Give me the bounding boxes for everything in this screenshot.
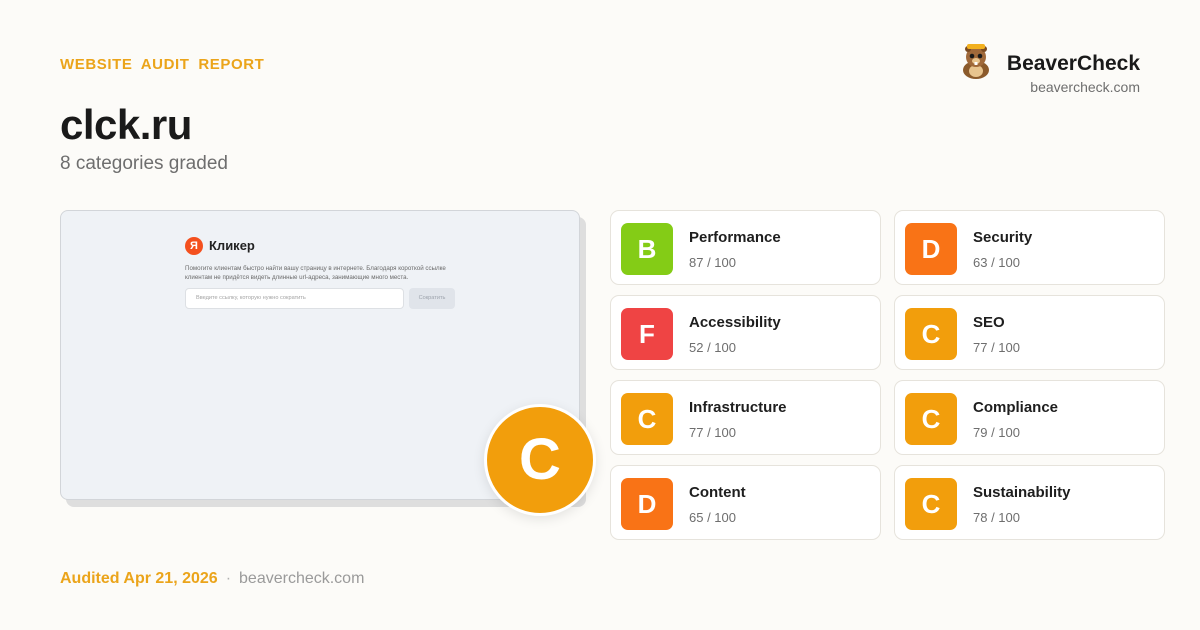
category-name: Performance <box>689 229 781 246</box>
grade-badge: B <box>621 223 673 275</box>
beaver-mascot-icon <box>958 40 994 80</box>
grade-badge: F <box>621 308 673 360</box>
category-name: Accessibility <box>689 314 781 331</box>
category-card-seo[interactable]: C SEO 77 / 100 <box>894 295 1165 370</box>
category-name: Infrastructure <box>689 399 787 416</box>
footer: Audited Apr 21, 2026 · beavercheck.com <box>60 570 364 588</box>
grade-badge: C <box>905 478 957 530</box>
category-card-sustainability[interactable]: C Sustainability 78 / 100 <box>894 465 1165 540</box>
site-title: clck.ru <box>60 101 192 148</box>
grade-badge: D <box>621 478 673 530</box>
category-card-security[interactable]: D Security 63 / 100 <box>894 210 1165 285</box>
category-grid: B Performance 87 / 100 D Security 63 / 1… <box>610 210 1165 540</box>
category-name: Content <box>689 484 746 501</box>
preview-url-input: Введите ссылку, которую нужно сократить <box>185 288 404 309</box>
category-score: 63 / 100 <box>973 255 1020 270</box>
brand: BeaverCheck beavercheck.com <box>900 40 1140 100</box>
preview-app-name: Кликер <box>209 238 255 253</box>
brand-url[interactable]: beavercheck.com <box>1030 79 1140 95</box>
category-name: Sustainability <box>973 484 1071 501</box>
category-card-content[interactable]: D Content 65 / 100 <box>610 465 881 540</box>
category-name: Compliance <box>973 399 1059 416</box>
category-name: Security <box>973 229 1033 246</box>
category-score: 79 / 100 <box>973 425 1020 440</box>
grade-badge: C <box>621 393 673 445</box>
categories-count: 8 categories graded <box>60 153 228 174</box>
preview-description: Помогите клиентам быстро найти вашу стра… <box>185 265 446 281</box>
category-score: 77 / 100 <box>689 425 736 440</box>
category-card-accessibility[interactable]: F Accessibility 52 / 100 <box>610 295 881 370</box>
category-score: 65 / 100 <box>689 510 736 525</box>
category-score: 87 / 100 <box>689 255 736 270</box>
category-card-compliance[interactable]: C Compliance 79 / 100 <box>894 380 1165 455</box>
overall-grade-badge: C <box>484 404 596 516</box>
grade-badge: C <box>905 393 957 445</box>
preview-logo: Я Кликер <box>185 237 305 257</box>
category-score: 52 / 100 <box>689 340 736 355</box>
footer-separator: · <box>225 570 232 587</box>
grade-badge: C <box>905 308 957 360</box>
category-score: 77 / 100 <box>973 340 1020 355</box>
category-name: SEO <box>973 314 1005 331</box>
brand-name: BeaverCheck <box>1006 52 1140 75</box>
category-score: 78 / 100 <box>973 510 1020 525</box>
category-card-performance[interactable]: B Performance 87 / 100 <box>610 210 881 285</box>
preview-shorten-button: Сократить <box>409 288 455 309</box>
footer-url[interactable]: beavercheck.com <box>239 570 364 587</box>
grade-badge: D <box>905 223 957 275</box>
report-kicker: WEBSITE AUDIT REPORT <box>60 56 265 73</box>
audit-date: Audited Apr 21, 2026 <box>60 570 218 587</box>
yandex-logo-icon: Я <box>185 237 203 255</box>
category-card-infrastructure[interactable]: C Infrastructure 77 / 100 <box>610 380 881 455</box>
